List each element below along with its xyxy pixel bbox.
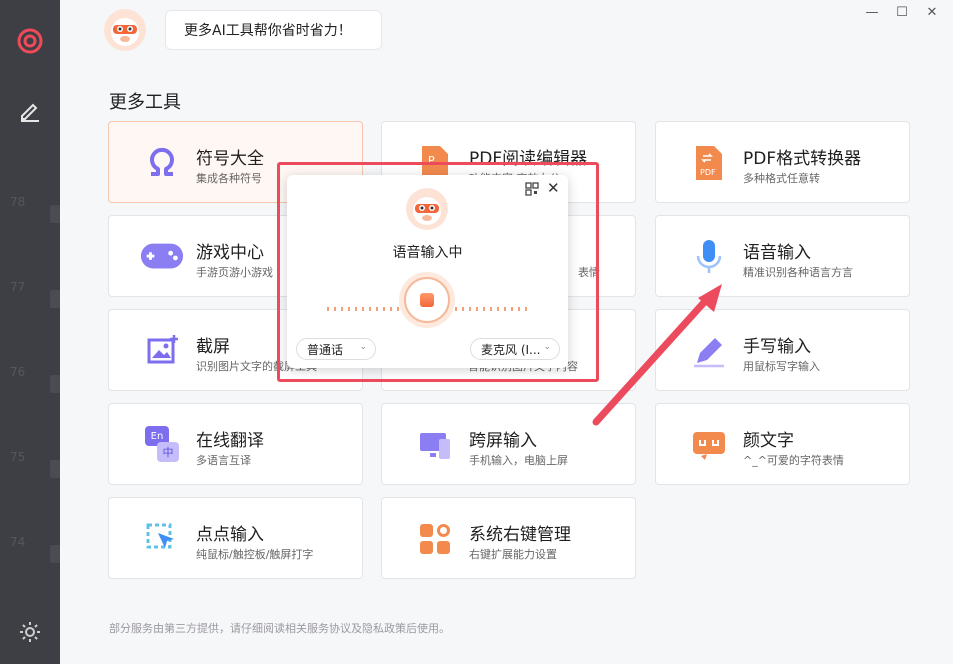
tool-subtitle: 精准识别各种语言方言 [743, 266, 853, 279]
highlight-frame [277, 162, 599, 382]
translate-zh-badge: 中 [157, 442, 179, 462]
section-title: 更多工具 [109, 92, 181, 113]
edit-icon[interactable] [15, 95, 45, 125]
rail-ghost-label: 75 [10, 450, 26, 464]
tool-card-click-input[interactable]: 点点输入 纯鼠标/触控板/触屏打字 [108, 497, 363, 579]
rail-ghost-bar [50, 290, 60, 308]
tool-card-pdf-converter[interactable]: PDF PDF格式转换器 多种格式任意转 [655, 121, 910, 203]
close-icon[interactable]: ✕ [917, 2, 947, 22]
microphone-icon [686, 236, 732, 278]
footer-disclaimer: 部分服务由第三方提供，请仔细阅读相关服务协议及隐私政策后使用。 [109, 622, 450, 635]
minimize-icon[interactable]: — [857, 2, 887, 22]
grid-gear-icon [412, 518, 458, 560]
cross-screen-icon [412, 424, 458, 466]
tool-title: 手写输入 [743, 337, 811, 357]
omega-icon [139, 142, 185, 184]
maximize-icon[interactable]: ☐ [887, 2, 917, 22]
rail-ghost-bar [50, 375, 60, 393]
tool-title: 语音输入 [743, 243, 811, 263]
tool-subtitle: 纯鼠标/触控板/触屏打字 [196, 548, 314, 561]
rail-ghost-label: 76 [10, 365, 26, 379]
rail-ghost-label: 77 [10, 280, 26, 294]
tool-subtitle: 右键扩展能力设置 [469, 548, 557, 561]
emoticon-icon [686, 424, 732, 466]
tool-title: 游戏中心 [196, 243, 264, 263]
tool-title: 截屏 [196, 337, 230, 357]
tool-title: 点点输入 [196, 525, 264, 545]
tool-subtitle: ^_^可爱的字符表情 [743, 454, 844, 467]
annotation-arrow-icon [592, 284, 722, 426]
tool-title: 颜文字 [743, 431, 794, 451]
tool-subtitle: 集成各种符号 [196, 172, 262, 185]
tool-title: 在线翻译 [196, 431, 264, 451]
target-icon[interactable] [15, 26, 45, 56]
rail-ghost-bar [50, 205, 60, 223]
rail-ghost-label: 74 [10, 535, 26, 549]
tool-card-context-menu[interactable]: 系统右键管理 右键扩展能力设置 [381, 497, 636, 579]
tool-subtitle: 多语言互译 [196, 454, 251, 467]
assistant-bubble: 更多AI工具帮你省时省力！ [165, 10, 382, 50]
screenshot-icon [139, 330, 185, 372]
cursor-icon [139, 518, 185, 560]
translate-icon: En 中 [139, 424, 185, 466]
tool-subtitle: 用鼠标写字输入 [743, 360, 820, 373]
pdf-badge: PDF [700, 168, 716, 177]
left-rail: 78 77 76 75 74 [0, 0, 60, 664]
pdf-convert-icon: PDF [686, 142, 732, 184]
rail-ghost-bar [50, 545, 60, 563]
tool-title: 符号大全 [196, 149, 264, 169]
tool-title: PDF格式转换器 [743, 149, 862, 169]
tool-title: 跨屏输入 [469, 431, 537, 451]
gamepad-icon [139, 236, 185, 278]
window-controls: — ☐ ✕ [857, 2, 947, 22]
tool-card-translate[interactable]: En 中 在线翻译 多语言互译 [108, 403, 363, 485]
tool-subtitle: 手游页游小游戏 [196, 266, 273, 279]
tool-title: 系统右键管理 [469, 525, 571, 545]
tool-subtitle: 手机输入，电脑上屏 [469, 454, 568, 467]
mascot-avatar[interactable] [103, 8, 147, 52]
tool-subtitle: 多种格式任意转 [743, 172, 820, 185]
rail-ghost-bar [50, 460, 60, 478]
settings-gear-icon[interactable] [15, 617, 45, 647]
rail-ghost-label: 78 [10, 195, 26, 209]
